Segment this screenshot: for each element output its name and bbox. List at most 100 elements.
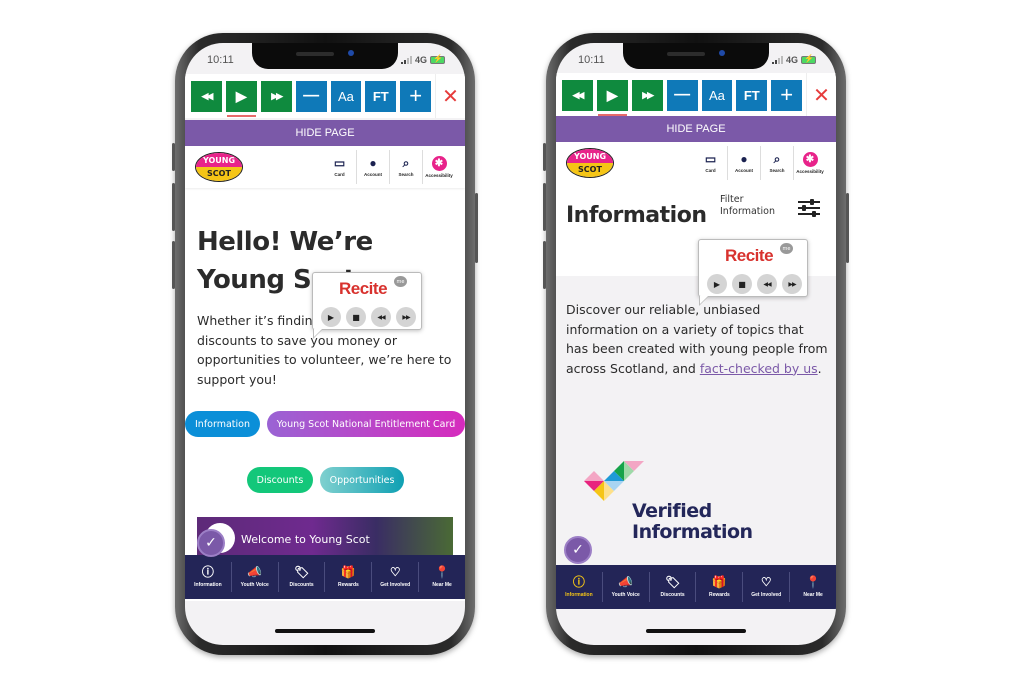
rewind-icon: ◀◀ [763, 280, 771, 288]
info-icon: ⓘ [572, 575, 585, 589]
header-account-button[interactable]: ● Account [727, 146, 760, 180]
header-search-button[interactable]: ⌕ Search [389, 150, 422, 184]
font-button[interactable]: Aa [330, 80, 362, 112]
close-toolbar-button[interactable]: ✕ [806, 73, 836, 117]
tag-icon: 🏷 [293, 565, 310, 579]
play-icon: ▶ [235, 87, 247, 104]
nav-near-me[interactable]: 📍 Near Me [789, 572, 836, 602]
play-icon: ▶ [606, 86, 618, 103]
megaphone-icon: 📣 [618, 575, 634, 589]
gift-icon: 🎁 [711, 575, 727, 589]
increase-text-button[interactable]: + [400, 80, 432, 112]
decrease-text-button[interactable]: — [295, 80, 327, 112]
tag-icon: 🏷 [664, 575, 681, 589]
popup-forward-button[interactable]: ▶▶ [396, 307, 416, 327]
header-item-label: Account [364, 172, 382, 177]
hide-page-button[interactable]: HIDE PAGE [185, 120, 465, 146]
fast-forward-button[interactable]: ▶▶ [260, 80, 292, 112]
information-pill[interactable]: Information [185, 411, 260, 437]
opportunities-pill[interactable]: Opportunities [320, 467, 404, 493]
bottom-nav: ⓘ Information 📣 Youth Voice 🏷 Discounts 🎁 Re… [185, 555, 465, 599]
nav-youth-voice[interactable]: 📣 Youth Voice [601, 572, 649, 602]
nav-information[interactable]: ⓘ Information [556, 572, 602, 602]
popup-play-button[interactable]: ▶ [707, 274, 727, 294]
popup-rewind-button[interactable]: ◀◀ [371, 307, 391, 327]
fact-checked-link[interactable]: fact-checked by us [700, 361, 818, 376]
header-item-label: Account [735, 168, 753, 173]
power-button [846, 193, 849, 263]
popup-forward-button[interactable]: ▶▶ [782, 274, 802, 294]
card-icon: ▭ [333, 156, 346, 170]
filter-information-button[interactable]: Filter Information [720, 194, 790, 218]
header-account-button[interactable]: ● Account [356, 150, 389, 184]
volume-down-button [543, 241, 546, 289]
font-type-button[interactable]: FT [736, 79, 768, 111]
header-item-label: Search [769, 168, 785, 173]
rewind-button[interactable]: ◀◀ [191, 80, 222, 112]
nav-near-me[interactable]: 📍 Near Me [418, 562, 465, 592]
header-actions: ▭ Card ● Account ⌕ Search ✱ Accessibilit… [323, 150, 455, 184]
cookie-settings-button[interactable]: ✓ [564, 536, 592, 564]
header-search-button[interactable]: ⌕ Search [760, 146, 793, 180]
young-scot-logo[interactable]: YOUNG SCOT [566, 148, 614, 178]
decrease-text-button[interactable]: — [666, 79, 698, 111]
close-toolbar-button[interactable]: ✕ [435, 74, 465, 118]
nav-get-involved[interactable]: ♡ Get Involved [742, 572, 789, 602]
logo-top-text: YOUNG [567, 149, 613, 163]
discounts-pill[interactable]: Discounts [247, 467, 313, 493]
entitlement-card-pill[interactable]: Young Scot National Entitlement Card [267, 411, 465, 437]
status-time: 10:11 [578, 54, 605, 66]
battery-charging-icon [801, 54, 816, 64]
title-line-1: Hello! We’re [197, 227, 373, 257]
nav-label: Information [194, 582, 222, 588]
header-accessibility-button[interactable]: ✱ Accessibility [793, 146, 826, 180]
play-button[interactable]: ▶ [596, 79, 628, 116]
header-item-label: Accessibility [796, 169, 824, 174]
header-card-button[interactable]: ▭ Card [323, 150, 356, 184]
font-type-button[interactable]: FT [365, 80, 397, 112]
rewind-button[interactable]: ◀◀ [562, 79, 593, 111]
popup-play-button[interactable]: ▶ [321, 307, 341, 327]
info-icon: ⓘ [201, 565, 214, 579]
header-accessibility-button[interactable]: ✱ Accessibility [422, 150, 455, 184]
recite-logo: Recite [339, 279, 388, 298]
nav-information[interactable]: ⓘ Information [185, 562, 231, 592]
fast-forward-button[interactable]: ▶▶ [631, 79, 663, 111]
nav-rewards[interactable]: 🎁 Rewards [324, 562, 371, 592]
filter-sliders-icon[interactable] [798, 198, 820, 218]
nav-get-involved[interactable]: ♡ Get Involved [371, 562, 418, 592]
fast-forward-icon: ▶▶ [271, 90, 283, 101]
font-button[interactable]: Aa [701, 79, 733, 111]
status-time: 10:11 [207, 54, 234, 66]
young-scot-logo[interactable]: YOUNG SCOT [195, 152, 243, 182]
nav-label: Information [565, 592, 593, 598]
plus-icon: + [780, 82, 794, 107]
verified-line-1: Verified [632, 500, 712, 522]
cookie-settings-button[interactable]: ✓ [197, 529, 225, 557]
home-indicator[interactable] [275, 629, 375, 633]
popup-stop-button[interactable]: ■ [346, 307, 366, 327]
nav-label: Youth Voice [611, 592, 640, 598]
nav-label: Rewards [708, 592, 730, 598]
play-button[interactable]: ▶ [225, 80, 257, 117]
gift-icon: 🎁 [340, 565, 356, 579]
info-description: Discover our reliable, unbiased informat… [566, 300, 828, 378]
nav-youth-voice[interactable]: 📣 Youth Voice [230, 562, 278, 592]
signal-icon [400, 56, 412, 64]
hide-page-button[interactable]: HIDE PAGE [556, 116, 836, 142]
megaphone-icon: 📣 [247, 565, 263, 579]
nav-discounts[interactable]: 🏷 Discounts [648, 572, 696, 602]
nav-rewards[interactable]: 🎁 Rewards [695, 572, 742, 602]
header-card-button[interactable]: ▭ Card [694, 146, 727, 180]
increase-text-button[interactable]: + [771, 79, 803, 111]
close-icon: ✕ [442, 84, 459, 108]
popup-stop-button[interactable]: ■ [732, 274, 752, 294]
volume-up-button [172, 183, 175, 231]
nav-discounts[interactable]: 🏷 Discounts [277, 562, 325, 592]
popup-rewind-button[interactable]: ◀◀ [757, 274, 777, 294]
nav-label: Near Me [803, 592, 823, 598]
home-indicator[interactable] [646, 629, 746, 633]
verified-line-2: Information [632, 521, 753, 543]
nav-label: Get Involved [380, 582, 411, 588]
rewind-icon: ◀◀ [572, 89, 585, 100]
